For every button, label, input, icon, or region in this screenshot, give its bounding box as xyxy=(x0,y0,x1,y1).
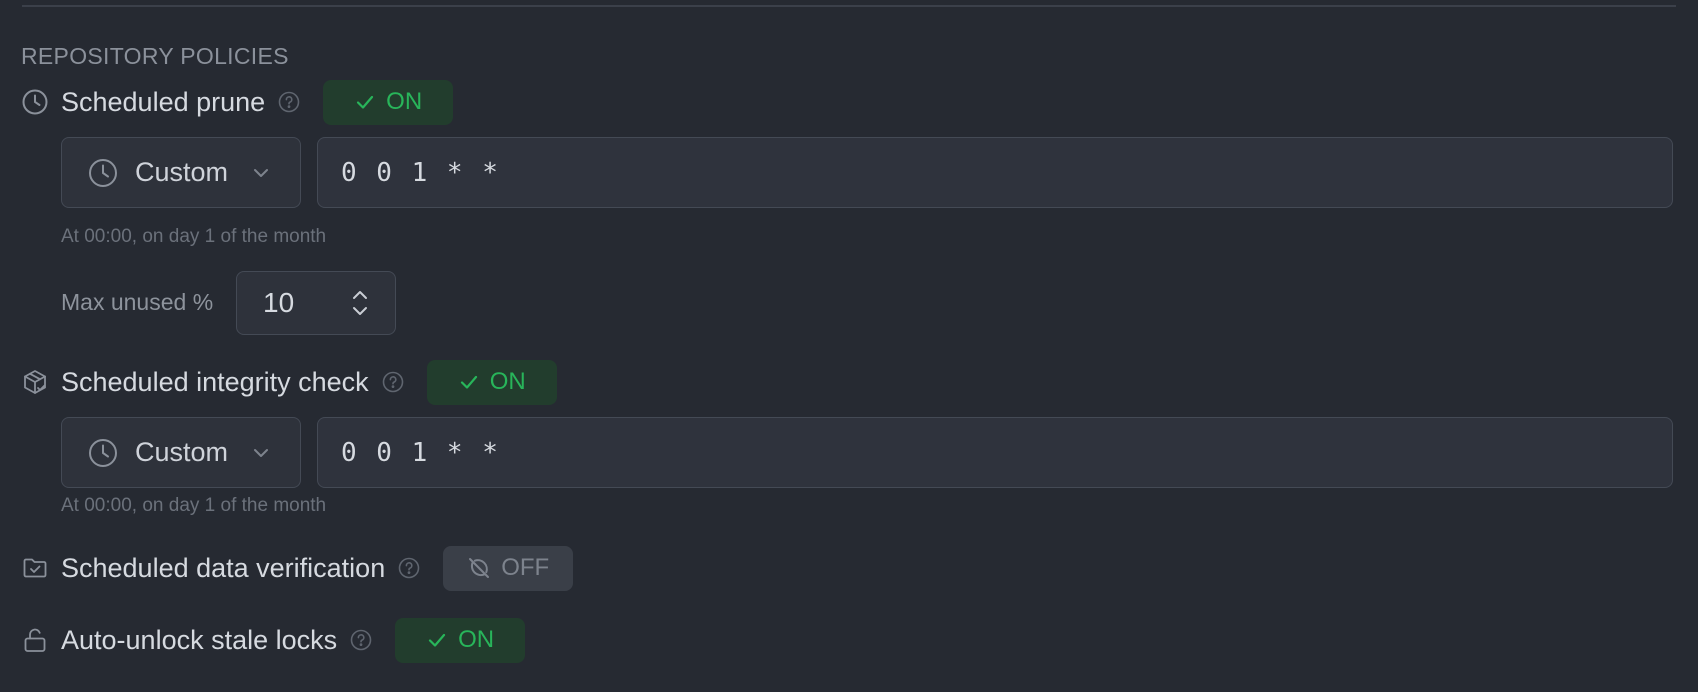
clock-icon xyxy=(89,158,117,187)
package-check-icon xyxy=(21,368,49,396)
circle-off-icon xyxy=(469,558,490,578)
prune-schedule-value: Custom xyxy=(135,157,229,187)
max-unused-value: 10 xyxy=(263,287,295,318)
chevron-down-icon xyxy=(254,168,269,177)
integrity-toggle-label: ON xyxy=(489,368,526,395)
verification-toggle[interactable]: OFF xyxy=(443,545,574,591)
question-circle-icon[interactable] xyxy=(277,90,301,114)
policy-row-unlock: Auto-unlock stale locks ON xyxy=(21,617,526,663)
integrity-label: Scheduled integrity check xyxy=(61,366,369,397)
check-icon xyxy=(460,375,477,389)
policy-row-prune: Scheduled prune ON xyxy=(21,79,454,125)
unlock-toggle[interactable]: ON xyxy=(395,617,526,663)
prune-toggle-label: ON xyxy=(386,88,423,115)
lock-open-icon xyxy=(21,626,49,654)
top-divider xyxy=(22,5,1676,7)
integrity-schedule-select[interactable]: Custom xyxy=(61,417,301,488)
policy-row-integrity: Scheduled integrity check ON xyxy=(21,359,557,405)
max-unused-label: Max unused % xyxy=(61,289,214,315)
clock-icon xyxy=(89,438,117,467)
question-circle-icon[interactable] xyxy=(397,556,421,580)
question-circle-icon[interactable] xyxy=(381,370,405,394)
clock-icon xyxy=(21,88,49,116)
unlock-toggle-label: ON xyxy=(458,626,495,653)
integrity-schedule-hint: At 00:00, on day 1 of the month xyxy=(61,495,327,516)
integrity-cron-input[interactable]: 0 0 1 * * xyxy=(317,417,1673,488)
prune-toggle[interactable]: ON xyxy=(323,79,454,125)
question-circle-icon[interactable] xyxy=(349,628,373,652)
check-icon xyxy=(429,633,446,647)
verification-label: Scheduled data verification xyxy=(61,552,386,583)
chevron-up-down-icon[interactable] xyxy=(347,285,373,321)
integrity-toggle[interactable]: ON xyxy=(426,359,557,405)
prune-schedule-hint: At 00:00, on day 1 of the month xyxy=(61,226,327,247)
prune-schedule-select[interactable]: Custom xyxy=(61,137,301,208)
folder-check-icon xyxy=(21,554,49,582)
prune-cron-input[interactable]: 0 0 1 * * xyxy=(317,137,1673,208)
section-title: REPOSITORY POLICIES xyxy=(21,43,289,69)
verification-toggle-label: OFF xyxy=(501,554,550,581)
policy-row-verification: Scheduled data verification OFF xyxy=(21,545,574,591)
prune-label: Scheduled prune xyxy=(61,86,266,117)
chevron-down-icon xyxy=(254,448,269,457)
check-icon xyxy=(357,95,374,109)
integrity-schedule-value: Custom xyxy=(135,437,229,467)
unlock-label: Auto-unlock stale locks xyxy=(61,624,338,655)
max-unused-input[interactable]: 10 xyxy=(236,271,396,335)
